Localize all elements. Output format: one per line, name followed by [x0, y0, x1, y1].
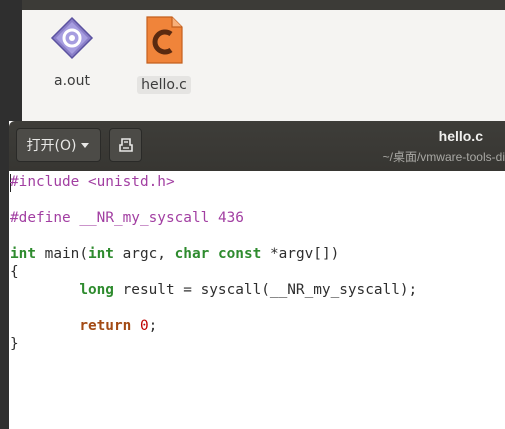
code-line: int main(int argc, char const *argv[]) [10, 246, 340, 262]
chevron-down-icon [81, 143, 90, 148]
open-button-label: 打开(O) [26, 138, 77, 154]
file-name: hello.c [137, 76, 191, 94]
c-source-file-icon [146, 16, 183, 64]
text-editor-window: 打开(O) hello.c ~/桌面/vmware-tools-di #incl… [9, 121, 505, 429]
code-line: { [10, 264, 19, 280]
open-button[interactable]: 打开(O) [16, 128, 101, 162]
file-item-a-out[interactable]: a.out [40, 16, 104, 90]
file-view: a.out hello.c [22, 10, 505, 122]
code-line: } [10, 336, 19, 352]
window-title: hello.c [438, 128, 483, 144]
executable-file-icon [50, 16, 94, 60]
file-manager-window: a.out hello.c [22, 0, 505, 122]
new-tab-button[interactable] [109, 128, 142, 162]
code-line: #include <unistd.h> [10, 174, 175, 190]
header-bar: 打开(O) hello.c ~/桌面/vmware-tools-di [9, 121, 505, 171]
document-new-icon [118, 138, 133, 152]
code-editor[interactable]: #include <unistd.h> #define __NR_my_sysc… [9, 171, 505, 429]
file-name: a.out [54, 73, 90, 89]
code-line: #define __NR_my_syscall 436 [10, 210, 244, 226]
code-line: return 0; [79, 318, 158, 334]
file-item-hello-c[interactable]: hello.c [132, 16, 196, 94]
window-subtitle: ~/桌面/vmware-tools-di [382, 150, 505, 164]
code-line: long result = syscall(__NR_my_syscall); [79, 282, 418, 298]
